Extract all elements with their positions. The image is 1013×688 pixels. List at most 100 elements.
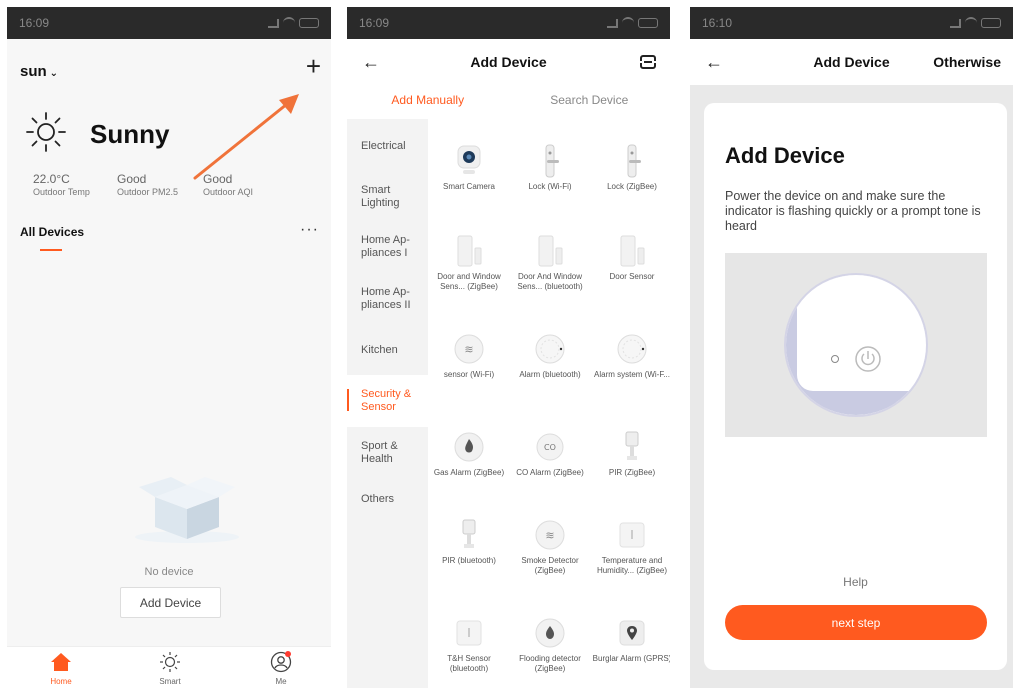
category-security-sensor[interactable]: Security & Sensor [347, 375, 428, 427]
home-icon [31, 651, 91, 673]
home-selector[interactable]: sun ⌄ [20, 63, 58, 80]
device-tile[interactable]: Door And Window Sens... (bluetooth) [510, 234, 590, 292]
device-label: Alarm (bluetooth) [519, 370, 581, 379]
co-alarm-icon: CO [533, 430, 567, 464]
alarm-icon [615, 332, 649, 366]
device-tile[interactable]: PIR (bluetooth) [429, 518, 509, 566]
pir-icon [615, 430, 649, 464]
tab-underline [40, 249, 62, 251]
device-tile[interactable]: Lock (Wi-Fi) [510, 144, 590, 192]
card-title: Add Device [725, 143, 845, 168]
home-name: sun [20, 63, 47, 80]
empty-state-text: No device [144, 566, 194, 578]
metric-label: Outdoor AQI [203, 187, 254, 197]
device-label: Door And Window Sens... (bluetooth) [517, 272, 583, 291]
device-label: PIR (ZigBee) [608, 468, 656, 477]
add-device-button[interactable]: Add Device [120, 587, 221, 618]
weather-label: Sunny [90, 119, 170, 149]
device-tile[interactable]: CO CO Alarm (ZigBee) [510, 430, 590, 478]
metric-label: Outdoor Temp [33, 187, 90, 197]
device-tile[interactable]: Door Sensor [592, 234, 670, 282]
device-label: Door Sensor [609, 272, 655, 281]
svg-text:≋: ≋ [464, 343, 473, 356]
signal-icon [950, 18, 961, 28]
wifi-icon [965, 17, 977, 29]
page-title: Add Device [813, 54, 890, 70]
category-electrical[interactable]: Electrical [347, 119, 428, 173]
device-tabs: All Devices ··· [7, 221, 331, 255]
next-step-button[interactable]: next step [725, 605, 987, 640]
device-tile[interactable]: Smart Camera [429, 144, 509, 192]
smoke-detector-icon: ≋ [533, 518, 567, 552]
device-tile[interactable]: T&H Sensor (bluetooth) [429, 616, 509, 674]
device-tile[interactable]: Burglar Alarm (GPRS) [592, 616, 670, 664]
category-label: Smart Lighting [361, 184, 400, 209]
svg-text:≋: ≋ [545, 529, 554, 542]
metric-label: Outdoor PM2.5 [117, 187, 179, 197]
tab-add-manually[interactable]: Add Manually [347, 85, 509, 119]
location-pin-icon [615, 616, 649, 650]
category-label: Security & Sensor [361, 388, 412, 413]
device-illustration [725, 253, 987, 437]
device-tile[interactable]: ≋ sensor (Wi-Fi) [429, 332, 509, 380]
status-bar: 16:09 [347, 7, 670, 39]
category-others[interactable]: Others [347, 479, 428, 519]
category-home-appliances-2[interactable]: Home Ap-pliances II [347, 273, 428, 325]
status-time: 16:10 [702, 16, 733, 30]
category-smart-lighting[interactable]: Smart Lighting [347, 173, 428, 221]
tab-smart[interactable]: Smart [140, 651, 200, 686]
page-title: Add Device [470, 54, 547, 70]
category-home-appliances-1[interactable]: Home Ap-pliances I [347, 221, 428, 273]
category-kitchen[interactable]: Kitchen [347, 325, 428, 375]
device-tile[interactable]: Temperature and Humidity... (ZigBee) [592, 518, 670, 576]
tab-me[interactable]: Me [251, 651, 311, 686]
device-tile[interactable]: Gas Alarm (ZigBee) [429, 430, 509, 478]
empty-box-icon [135, 477, 239, 543]
device-label: PIR (bluetooth) [442, 556, 496, 565]
svg-text:CO: CO [544, 443, 556, 452]
signal-icon [607, 18, 618, 28]
device-tile[interactable]: Flooding detector (ZigBee) [510, 616, 590, 674]
device-tile[interactable]: ≋ Smoke Detector (ZigBee) [510, 518, 590, 576]
back-arrow-icon[interactable]: ← [705, 52, 723, 73]
weather-metrics: 22.0°C Outdoor Temp Good Outdoor PM2.5 G… [7, 172, 331, 202]
alarm-icon [533, 332, 567, 366]
lock-icon [533, 144, 567, 178]
back-arrow-icon[interactable]: ← [362, 52, 380, 73]
device-tile[interactable]: Alarm system (Wi-F... [592, 332, 670, 380]
status-bar: 16:10 [690, 7, 1013, 39]
tab-search-device[interactable]: Search Device [509, 85, 671, 119]
category-sport-health[interactable]: Sport & Health [347, 427, 428, 479]
battery-icon [299, 18, 319, 28]
device-tile[interactable]: PIR (ZigBee) [592, 430, 670, 478]
add-plus-button[interactable]: + [306, 53, 321, 79]
help-link[interactable]: Help [704, 575, 1007, 589]
device-label: Alarm system (Wi-F... [594, 370, 670, 379]
otherwise-button[interactable]: Otherwise [933, 54, 1001, 70]
device-label: T&H Sensor (bluetooth) [447, 654, 491, 673]
scan-icon[interactable] [638, 55, 658, 69]
device-label: Door and Window Sens... (ZigBee) [437, 272, 501, 291]
device-label: Flooding detector (ZigBee) [519, 654, 581, 673]
tab-all-devices[interactable]: All Devices [20, 225, 84, 239]
metric-aqi: Good Outdoor AQI [203, 172, 253, 197]
device-label: Temperature and Humidity... (ZigBee) [596, 556, 668, 575]
chevron-down-icon: ⌄ [49, 68, 59, 79]
device-label: sensor (Wi-Fi) [443, 370, 495, 379]
device-tile[interactable]: Lock (ZigBee) [592, 144, 670, 192]
battery-icon [638, 18, 658, 28]
tab-home[interactable]: Home [31, 651, 91, 686]
user-icon [251, 651, 311, 673]
device-label: Lock (ZigBee) [607, 182, 657, 191]
nav-bar: ← Add Device Otherwise [690, 39, 1013, 85]
bottom-tab-bar: Home Smart Me [7, 646, 331, 688]
device-tile[interactable]: Alarm (bluetooth) [510, 332, 590, 380]
more-icon[interactable]: ··· [300, 221, 319, 239]
add-device-screen: 16:09 ← Add Device Add Manually Search D… [347, 7, 670, 688]
lock-icon [615, 144, 649, 178]
card-description: Power the device on and make sure the in… [725, 189, 981, 233]
metric-value: 22.0°C [33, 172, 70, 186]
gas-alarm-icon [452, 430, 486, 464]
device-label: CO Alarm (ZigBee) [516, 468, 584, 477]
device-tile[interactable]: Door and Window Sens... (ZigBee) [429, 234, 509, 292]
